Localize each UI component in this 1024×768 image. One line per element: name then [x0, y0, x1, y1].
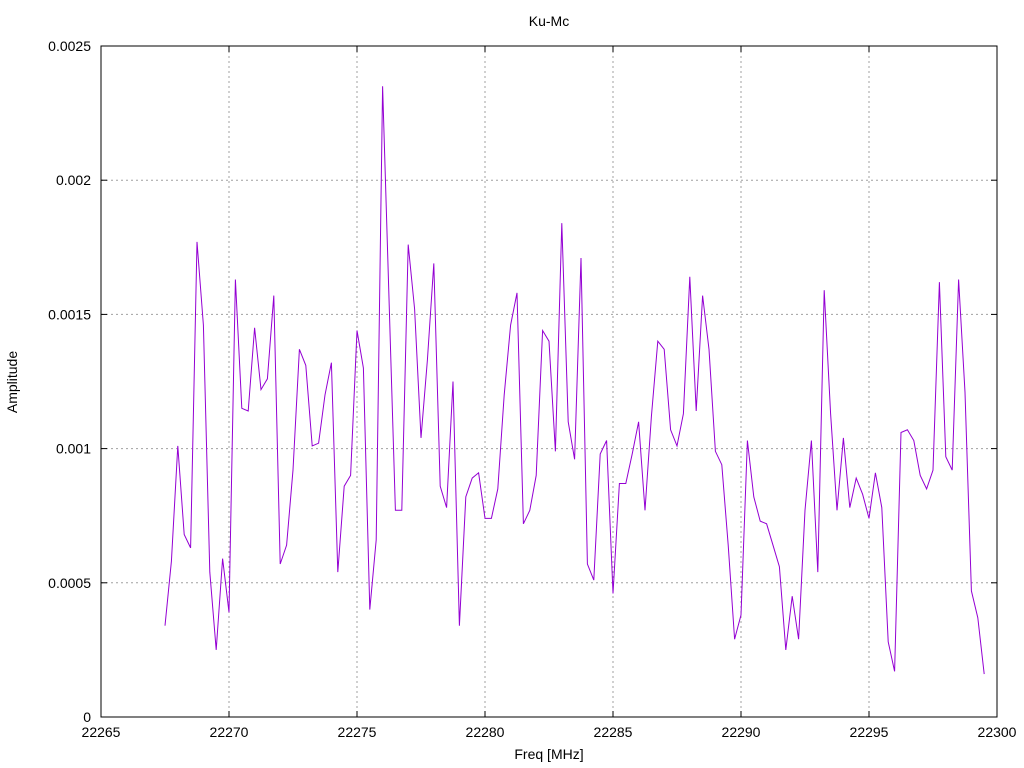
x-tick-label: 22280 — [466, 724, 505, 740]
y-tick-label: 0.0015 — [48, 306, 91, 322]
x-tick-label: 22290 — [722, 724, 761, 740]
y-tick-label: 0.002 — [56, 172, 91, 188]
y-tick-label: 0.0025 — [48, 38, 91, 54]
y-tick-label: 0.001 — [56, 441, 91, 457]
x-tick-label: 22295 — [850, 724, 889, 740]
y-axis-title: Amplitude — [4, 351, 20, 413]
y-tick-label: 0.0005 — [48, 575, 91, 591]
y-tick-label: 0 — [83, 709, 91, 725]
chart-title: Ku-Mc — [529, 13, 569, 29]
x-axis-title: Freq [MHz] — [514, 746, 583, 762]
chart-background — [0, 0, 1024, 768]
x-tick-label: 22285 — [594, 724, 633, 740]
x-tick-label: 22265 — [82, 724, 121, 740]
x-tick-label: 22300 — [978, 724, 1017, 740]
x-tick-label: 22275 — [338, 724, 377, 740]
line-chart: 22265 22270 22275 22280 22285 22290 22295 22300… — [0, 0, 1024, 768]
x-tick-label: 22270 — [210, 724, 249, 740]
